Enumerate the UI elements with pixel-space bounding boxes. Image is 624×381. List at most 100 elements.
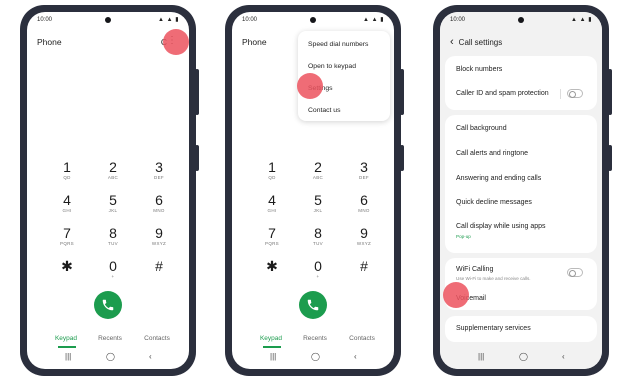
key-2[interactable]: 2 ABC xyxy=(93,160,133,180)
row-caller-id[interactable]: Caller ID and spam protection xyxy=(456,90,549,97)
row-call-display[interactable]: Call display while using apps xyxy=(456,223,546,230)
menu-item-speed-dial[interactable]: Speed dial numbers xyxy=(308,41,368,48)
menu-item-open-to-keypad[interactable]: Open to keypad xyxy=(308,63,356,70)
tab-contacts[interactable]: Contacts xyxy=(337,335,387,342)
bottom-tabs: Keypad Recents Contacts xyxy=(27,335,189,349)
key-3[interactable]: 3 DEF xyxy=(344,160,384,180)
key-letters: QD xyxy=(63,175,71,180)
key-digit: 4 xyxy=(63,192,71,208)
key-digit: # xyxy=(155,258,163,274)
key-letters: MNO xyxy=(153,208,165,213)
status-time: 10:00 xyxy=(37,17,53,23)
bottom-tabs: Keypad Recents Contacts xyxy=(232,335,394,349)
key-digit: 3 xyxy=(360,159,368,175)
back-icon[interactable]: ‹ xyxy=(354,353,357,361)
row-wifi-calling[interactable]: WiFi Calling xyxy=(456,266,493,273)
recent-apps-icon[interactable]: ||| xyxy=(270,353,276,361)
key-letters: WXYZ xyxy=(151,241,167,246)
tab-keypad[interactable]: Keypad xyxy=(246,335,296,342)
status-icons: ▲ ▲ ▮ xyxy=(157,17,179,23)
key-1[interactable]: 1 QD xyxy=(252,160,292,180)
call-button[interactable] xyxy=(299,291,327,319)
key-5[interactable]: 5 JKL xyxy=(298,193,338,213)
volume-button xyxy=(400,69,404,115)
home-icon[interactable]: ◯ xyxy=(106,353,115,361)
recent-apps-icon[interactable]: ||| xyxy=(478,353,484,361)
active-tab-indicator xyxy=(263,346,281,348)
key-0[interactable]: 0 + xyxy=(93,259,133,279)
page-title: Phone xyxy=(242,37,267,47)
power-button xyxy=(608,145,612,171)
key-letters: GHI xyxy=(267,208,277,213)
key-9[interactable]: 9 WXYZ xyxy=(344,226,384,246)
settings-group-1: Block numbers Caller ID and spam protect… xyxy=(445,56,597,110)
menu-item-contact-us[interactable]: Contact us xyxy=(308,107,341,114)
key-8[interactable]: 8 TUV xyxy=(298,226,338,246)
key-7[interactable]: 7 PQRS xyxy=(47,226,87,246)
tab-recents[interactable]: Recents xyxy=(290,335,340,342)
key-digit: 0 xyxy=(314,258,322,274)
wifi-calling-toggle[interactable] xyxy=(567,268,583,277)
back-icon[interactable]: ‹ xyxy=(562,353,565,361)
row-answering[interactable]: Answering and ending calls xyxy=(456,175,541,182)
home-icon[interactable]: ◯ xyxy=(311,353,320,361)
key-digit: 7 xyxy=(268,225,276,241)
tab-keypad[interactable]: Keypad xyxy=(41,335,91,342)
divider xyxy=(560,89,561,99)
key-letters: QD xyxy=(268,175,276,180)
volume-button xyxy=(608,69,612,115)
key-letters: WXYZ xyxy=(356,241,372,246)
power-button xyxy=(400,145,404,171)
key-digit: 5 xyxy=(314,192,322,208)
row-quick-decline[interactable]: Quick decline messages xyxy=(456,199,532,206)
key-6[interactable]: 6 MNO xyxy=(344,193,384,213)
phone-1: 10:00 ▲ ▲ ▮ Phone C ⋮ 1QD 2ABC 3DEF 4GHI… xyxy=(20,5,199,376)
key-digit: 3 xyxy=(155,159,163,175)
key-6[interactable]: 6 MNO xyxy=(139,193,179,213)
tap-indicator xyxy=(297,73,323,99)
key-digit: 2 xyxy=(109,159,117,175)
key-letters: + xyxy=(316,274,320,279)
key-digit: ✱ xyxy=(266,258,278,274)
key-hash[interactable]: # xyxy=(139,259,179,274)
phone-2-screen: 10:00 ▲ ▲ ▮ Phone Speed dial numbers Ope… xyxy=(232,12,394,369)
phone-3: 10:00 ▲ ▲ ▮ ‹ Call settings Block numbers… xyxy=(433,5,612,376)
key-star[interactable]: ✱ xyxy=(252,259,292,274)
recent-apps-icon[interactable]: ||| xyxy=(65,353,71,361)
system-navbar: ||| ◯ ‹ xyxy=(232,353,394,363)
tab-contacts[interactable]: Contacts xyxy=(132,335,182,342)
tab-recents[interactable]: Recents xyxy=(85,335,135,342)
back-icon[interactable]: ‹ xyxy=(149,353,152,361)
phone-3-screen: 10:00 ▲ ▲ ▮ ‹ Call settings Block numbers… xyxy=(440,12,602,369)
row-supplementary[interactable]: Supplementary services xyxy=(456,325,531,332)
key-0[interactable]: 0 + xyxy=(298,259,338,279)
back-arrow-icon[interactable]: ‹ xyxy=(450,36,454,48)
row-call-alerts[interactable]: Call alerts and ringtone xyxy=(456,150,528,157)
key-3[interactable]: 3 DEF xyxy=(139,160,179,180)
phone-1-screen: 10:00 ▲ ▲ ▮ Phone C ⋮ 1QD 2ABC 3DEF 4GHI… xyxy=(27,12,189,369)
key-digit: 2 xyxy=(314,159,322,175)
key-2[interactable]: 2 ABC xyxy=(298,160,338,180)
system-navbar: ||| ◯ ‹ xyxy=(27,353,189,363)
key-4[interactable]: 4 GHI xyxy=(252,193,292,213)
status-time: 10:00 xyxy=(450,17,466,23)
key-letters: TUV xyxy=(108,241,118,246)
key-4[interactable]: 4 GHI xyxy=(47,193,87,213)
key-8[interactable]: 8 TUV xyxy=(93,226,133,246)
row-call-background[interactable]: Call background xyxy=(456,125,507,132)
camera-hole xyxy=(518,17,524,23)
key-digit: 9 xyxy=(360,225,368,241)
row-block-numbers[interactable]: Block numbers xyxy=(456,66,502,73)
key-9[interactable]: 9 WXYZ xyxy=(139,226,179,246)
key-star[interactable]: ✱ xyxy=(47,259,87,274)
home-icon[interactable]: ◯ xyxy=(519,353,528,361)
caller-id-toggle[interactable] xyxy=(567,89,583,98)
phone-icon xyxy=(102,299,114,311)
key-7[interactable]: 7 PQRS xyxy=(252,226,292,246)
call-button[interactable] xyxy=(94,291,122,319)
key-5[interactable]: 5 JKL xyxy=(93,193,133,213)
key-digit: 8 xyxy=(314,225,322,241)
key-1[interactable]: 1 QD xyxy=(47,160,87,180)
key-hash[interactable]: # xyxy=(344,259,384,274)
key-digit: 0 xyxy=(109,258,117,274)
